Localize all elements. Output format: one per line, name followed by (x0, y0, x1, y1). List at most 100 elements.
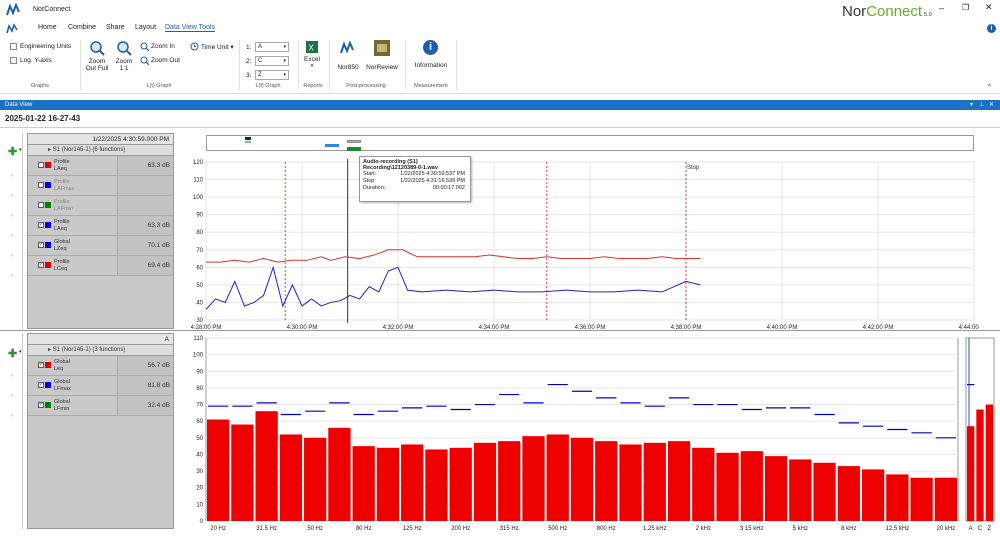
leq-bar[interactable] (401, 444, 424, 521)
restore-icon[interactable]: ❐ (962, 3, 969, 12)
leq-bar[interactable] (352, 446, 375, 521)
menu-data-view-tools[interactable]: Data View Tools (165, 24, 215, 32)
app-menu-icon[interactable] (6, 23, 18, 35)
leq-bar[interactable] (934, 477, 957, 521)
series-color-swatch[interactable] (45, 182, 51, 188)
leq-bar[interactable] (789, 459, 812, 521)
function-row[interactable]: ✓ Global LFmax 81.8 dB (28, 376, 173, 396)
log-y-axis-checkbox[interactable] (10, 57, 17, 64)
engineering-units-checkbox[interactable] (10, 43, 17, 50)
leq-bar[interactable] (231, 424, 254, 521)
collapse-ribbon-icon[interactable]: ^ (988, 84, 991, 90)
leq-bar[interactable] (861, 469, 885, 521)
leq-bar[interactable] (207, 419, 230, 521)
add-function-dropdown-icon[interactable]: ▾ (19, 349, 22, 355)
zoom-out-button[interactable]: Zoom Out (151, 57, 180, 64)
leq-bar[interactable] (910, 477, 933, 521)
overall-bar[interactable] (976, 409, 984, 521)
event-marker[interactable] (245, 137, 251, 140)
leq-bar[interactable] (522, 436, 545, 521)
leq-bar[interactable] (328, 427, 351, 521)
function-row[interactable]: ✓ Global LZeq 70.1 dB (28, 236, 173, 256)
add-function-icon[interactable]: ✚ (8, 145, 17, 158)
level-time-chart[interactable]: 30 40 50 60 70 80 90 100 110 120 4:28:00 PM 4:30:00… (180, 155, 980, 330)
leq-bar[interactable] (376, 447, 400, 521)
leq-bar[interactable] (473, 442, 497, 521)
menu-combine[interactable]: Combine (68, 24, 96, 31)
leq-bar[interactable] (837, 466, 860, 521)
leq-bar[interactable] (595, 441, 618, 521)
leq-bar[interactable] (667, 441, 691, 521)
overall-bar[interactable] (967, 426, 975, 521)
function-visibility-checkbox[interactable] (38, 182, 44, 188)
lf-weighting-3-select[interactable]: Z ▾ (255, 70, 289, 80)
leq-bar[interactable] (279, 434, 303, 521)
function-visibility-checkbox[interactable]: ✓ (38, 382, 44, 388)
spectrum-chart[interactable]: 0 10 20 30 40 50 60 70 80 90 100 110 20 Hz 31.5 Hz 50 … (180, 333, 1000, 538)
excel-button[interactable]: X Excel ▾ (302, 40, 322, 80)
leq-bar[interactable] (740, 451, 763, 521)
event-marker[interactable] (325, 144, 339, 147)
information-button[interactable]: i Information (412, 40, 450, 80)
event-marker[interactable] (347, 147, 361, 151)
leq-bar[interactable] (255, 411, 278, 521)
leq-bar[interactable] (619, 444, 642, 521)
close-icon[interactable]: ✕ (985, 2, 993, 13)
leq-bar[interactable] (570, 437, 594, 521)
audio-recording-marker[interactable] (347, 140, 361, 143)
function-row[interactable]: ✓ Global Leq 56.7 dB (28, 356, 173, 376)
event-marker[interactable] (245, 141, 251, 143)
function-row[interactable]: ✓ Profile LCeq 69.4 dB (28, 256, 173, 276)
minimize-icon[interactable]: – (939, 3, 944, 13)
series-color-swatch[interactable] (45, 162, 51, 168)
overall-bar[interactable] (985, 404, 993, 521)
menu-home[interactable]: Home (38, 24, 57, 31)
menu-layout[interactable]: Layout (135, 24, 156, 31)
zoom-1-1-button[interactable]: Zoom 1:1 (113, 40, 135, 82)
zoom-in-button[interactable]: Zoom In (151, 43, 175, 50)
leq-bar[interactable] (304, 437, 327, 521)
menu-share[interactable]: Share (106, 24, 125, 31)
pane-pin-icon[interactable]: ⊥ (979, 100, 984, 110)
lf-weighting-2-select[interactable]: C ▾ (255, 56, 289, 66)
zoom-out-full-button[interactable]: Zoom Out Full (84, 40, 110, 82)
function-row[interactable]: Profile LAFmin (28, 196, 173, 216)
norreview-button[interactable]: NorReview (366, 40, 398, 80)
pane-close-icon[interactable]: ✕ (989, 100, 994, 110)
source-header[interactable]: ▸ S1 (Nor145-1) (6 functions) (28, 145, 173, 156)
pane-divider[interactable] (0, 330, 1000, 331)
function-row[interactable]: ✓ Global LFmin 32.4 dB (28, 396, 173, 416)
function-row[interactable]: Profile LAFmax (28, 176, 173, 196)
function-visibility-checkbox[interactable]: ✓ (38, 402, 44, 408)
function-visibility-checkbox[interactable] (38, 162, 44, 168)
time-unit-dropdown[interactable]: Time Unit ▾ (201, 43, 234, 51)
function-visibility-checkbox[interactable]: ✓ (38, 262, 44, 268)
leq-bar[interactable] (813, 462, 836, 521)
leq-bar[interactable] (425, 449, 448, 521)
function-row[interactable]: Profile LAeq 63.3 dB (28, 156, 173, 176)
leq-bar[interactable] (498, 441, 521, 521)
leq-bar[interactable] (886, 474, 909, 521)
series-color-swatch[interactable] (45, 402, 51, 408)
nor850-button[interactable]: Nor850 (335, 40, 361, 80)
event-overview-strip[interactable] (206, 135, 974, 151)
series-color-swatch[interactable] (45, 222, 51, 228)
help-icon[interactable]: i (987, 24, 996, 33)
leq-bar[interactable] (449, 447, 472, 521)
function-visibility-checkbox[interactable]: ✓ (38, 362, 44, 368)
series-color-swatch[interactable] (45, 202, 51, 208)
source-header[interactable]: ▸ S1 (Nor145-1) (3 functions) (28, 345, 173, 356)
leq-bar[interactable] (716, 452, 739, 521)
series-color-swatch[interactable] (45, 242, 51, 248)
series-color-swatch[interactable] (45, 382, 51, 388)
function-visibility-checkbox[interactable] (38, 202, 44, 208)
series-color-swatch[interactable] (45, 262, 51, 268)
add-function-icon[interactable]: ✚ (8, 347, 17, 360)
lf-weighting-1-select[interactable]: A ▾ (255, 42, 289, 52)
function-visibility-checkbox[interactable]: ✓ (38, 222, 44, 228)
add-function-dropdown-icon[interactable]: ▾ (19, 147, 22, 153)
function-row[interactable]: ✓ Profile LAeq 63.3 dB (28, 216, 173, 236)
leq-bar[interactable] (692, 447, 715, 521)
leq-bar[interactable] (643, 442, 666, 521)
pane-dropdown-icon[interactable]: ▾ (970, 100, 973, 110)
